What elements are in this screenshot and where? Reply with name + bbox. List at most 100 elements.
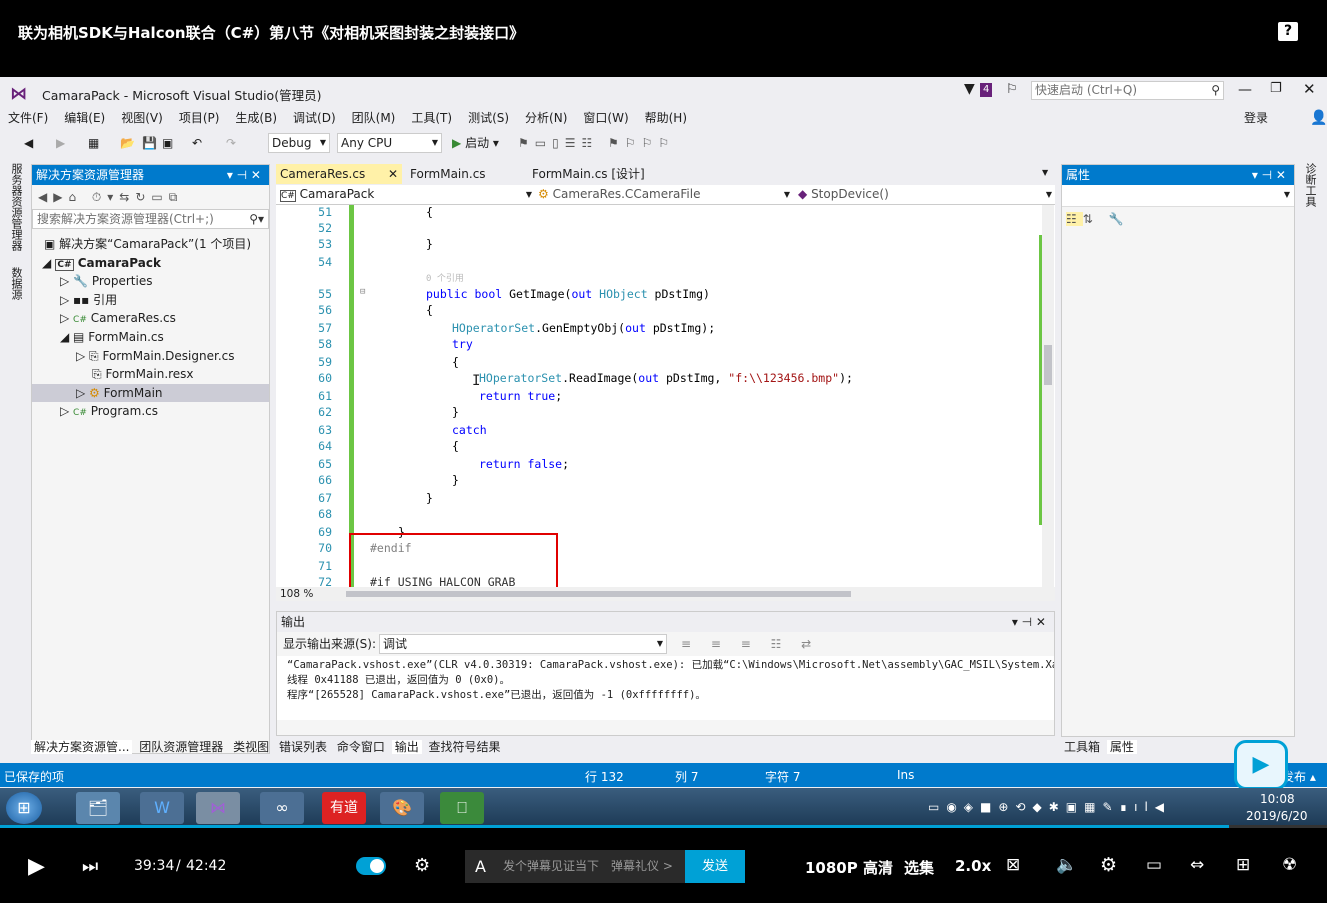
server-explorer-tab[interactable]: 服务器资源管理器	[8, 163, 23, 251]
danmaku-etiquette-link[interactable]: 弹幕礼仪 >	[611, 850, 673, 883]
redo-icon[interactable]: ↷	[226, 133, 236, 153]
quality-select[interactable]: 1080P 高清	[805, 857, 893, 878]
tab-find-symbol[interactable]: 查找符号结果	[426, 740, 504, 754]
tab-properties[interactable]: 属性	[1106, 740, 1137, 754]
pin-icon[interactable]: ▾ ⊣ ✕	[227, 165, 261, 185]
search-icon[interactable]: ⚲	[1211, 82, 1220, 99]
filter-icon[interactable]: ▼	[964, 81, 975, 97]
pip-icon[interactable]: ▭	[1146, 855, 1162, 875]
tree-item-references[interactable]: ▷ ▪▪ 引用	[32, 291, 269, 310]
diagnostics-tab[interactable]: 诊断工具	[1302, 163, 1317, 207]
undo-icon[interactable]: ↶	[192, 133, 202, 153]
vs-taskbar-icon[interactable]: ⋈	[196, 792, 240, 824]
help-icon[interactable]: ?	[1278, 22, 1298, 41]
tree-item-formmain[interactable]: ◢ ▤ FormMain.cs	[32, 328, 269, 347]
tab-output[interactable]: 输出	[391, 740, 422, 754]
settings-icon[interactable]: ⚙	[1100, 854, 1117, 876]
menu-team[interactable]: 团队(M)	[344, 107, 404, 129]
tree-item-formmain-class[interactable]: ▷ ⚙ FormMain	[32, 383, 269, 403]
menu-build[interactable]: 生成(B)	[227, 107, 285, 129]
menu-view[interactable]: 视图(V)	[113, 107, 171, 129]
menu-help[interactable]: 帮助(H)	[637, 107, 695, 129]
tab-solution-explorer[interactable]: 解决方案资源管...	[31, 740, 133, 754]
youdao-taskbar-icon[interactable]: 有道	[322, 792, 366, 824]
forward-icon[interactable]: ▶	[56, 133, 65, 153]
platform-select[interactable]: Any CPU ▼	[337, 133, 442, 153]
episodes-button[interactable]: 选集	[904, 857, 934, 878]
close-icon[interactable]: ✕	[1303, 80, 1316, 98]
danmaku-input[interactable]: A 发个弹幕见证当下 弹幕礼仪 >	[465, 850, 685, 883]
system-tray-icons[interactable]: ▭◉◈■⊕⟲◆✱▣▦✎∎ıl◀	[928, 800, 1171, 814]
feedback-icon[interactable]: ⚐	[1006, 82, 1018, 97]
subtitle-icon[interactable]: ⊠	[1006, 855, 1020, 875]
login-link[interactable]: 登录	[1236, 107, 1276, 129]
start-button[interactable]: ▶ 启动 ▾	[452, 133, 499, 153]
tree-item-properties[interactable]: ▷ 🔧 Properties	[32, 272, 269, 291]
menu-debug[interactable]: 调试(D)	[285, 107, 344, 129]
editor-scrollbar[interactable]	[1042, 205, 1054, 587]
solution-search-input[interactable]: 搜索解决方案资源管理器(Ctrl+;) ⚲▾	[32, 209, 269, 229]
tree-item-program[interactable]: ▷ C# Program.cs	[32, 402, 269, 421]
speed-select[interactable]: 2.0x	[955, 857, 991, 875]
property-pages-icon[interactable]: 🔧	[1109, 212, 1130, 226]
tree-item-formmain-designer[interactable]: ▷ ⎘ FormMain.Designer.cs	[32, 347, 269, 366]
clock-time[interactable]: 10:08	[1260, 792, 1295, 806]
vs2015-taskbar-icon[interactable]: W	[140, 792, 184, 824]
tab-overflow-icon[interactable]: ▼	[1042, 168, 1048, 177]
pin-icon[interactable]: ▾ ⊣ ✕	[1252, 165, 1286, 185]
open-icon[interactable]: 📂	[120, 133, 135, 153]
output-source-select[interactable]: 调试 ▼	[379, 634, 667, 654]
menu-file[interactable]: 文件(F)	[0, 107, 56, 129]
notification-badge[interactable]: 4	[980, 83, 993, 97]
tab-toolbox[interactable]: 工具箱	[1061, 740, 1103, 754]
font-icon[interactable]: A	[475, 850, 486, 883]
nav-class-select[interactable]: ⚙ CameraRes.CCameraFile ▼	[538, 185, 790, 204]
account-icon[interactable]: 👤	[1302, 107, 1327, 129]
tree-item-formmain-resx[interactable]: ⎘ FormMain.resx	[32, 365, 269, 384]
output-text[interactable]: “CamaraPack.vshost.exe”(CLR v4.0.30319: …	[277, 656, 1054, 720]
nav-project-select[interactable]: C# CamaraPack ▼	[280, 185, 532, 206]
danmaku-settings-icon[interactable]: ⚙	[414, 855, 430, 876]
next-icon[interactable]: ⏭	[82, 856, 98, 877]
tab-formmain-design[interactable]: FormMain.cs [设计]	[528, 164, 649, 184]
app-taskbar-icon[interactable]: ⎕	[440, 792, 484, 824]
minimize-icon[interactable]: —	[1238, 82, 1252, 98]
sort-alpha-icon[interactable]: ⇅	[1083, 212, 1099, 226]
quick-launch-input[interactable]: 快速启动 (Ctrl+Q) ⚲	[1031, 81, 1224, 100]
search-icon[interactable]: ⚲▾	[249, 210, 264, 228]
code-editor[interactable]: 51 52 53 54 55 56 57 58 59 60 61 62 63 6…	[276, 205, 1055, 587]
fullscreen-icon[interactable]: ☢	[1282, 855, 1297, 875]
tree-item-camerares[interactable]: ▷ C# CameraRes.cs	[32, 309, 269, 328]
halcon-taskbar-icon[interactable]: ∞	[260, 792, 304, 824]
config-select[interactable]: Debug ▼	[268, 133, 330, 153]
widescreen-icon[interactable]: ⇔	[1190, 855, 1204, 875]
reference-hint[interactable]: 0 个引用	[426, 271, 464, 284]
new-project-icon[interactable]: ▦	[88, 133, 99, 153]
menu-tools[interactable]: 工具(T)	[403, 107, 460, 129]
play-icon[interactable]: ▶	[28, 854, 45, 879]
zoom-select[interactable]: 108 %	[276, 588, 313, 600]
menu-test[interactable]: 测试(S)	[460, 107, 517, 129]
close-tab-icon[interactable]: ✕	[388, 164, 398, 184]
collapse-icon[interactable]: ⊟	[360, 287, 365, 297]
restore-icon[interactable]: ❐	[1270, 81, 1282, 96]
clock-date[interactable]: 2019/6/20	[1246, 809, 1308, 823]
tab-team-explorer[interactable]: 团队资源管理器	[136, 740, 226, 754]
save-icon[interactable]: 💾	[142, 133, 157, 153]
tab-command-window[interactable]: 命令窗口	[334, 740, 388, 754]
menu-window[interactable]: 窗口(W)	[575, 107, 636, 129]
tree-item-project[interactable]: ◢ C# CamaraPack	[32, 254, 269, 273]
tree-item-solution[interactable]: ▣ 解决方案“CamaraPack”(1 个项目)	[32, 235, 269, 254]
volume-icon[interactable]: 🔈	[1056, 855, 1077, 875]
paint-taskbar-icon[interactable]: 🎨	[380, 792, 424, 824]
properties-object-select[interactable]: ▼	[1062, 185, 1294, 207]
data-sources-tab[interactable]: 数据源	[8, 267, 23, 300]
menu-project[interactable]: 项目(P)	[171, 107, 228, 129]
danmaku-toggle[interactable]	[356, 857, 386, 875]
back-icon[interactable]: ◀	[24, 133, 33, 153]
nav-member-select[interactable]: ◆ StopDevice() ▼	[798, 185, 1052, 204]
scroll-thumb[interactable]	[1044, 345, 1052, 385]
tab-formmain[interactable]: FormMain.cs	[406, 164, 490, 184]
output-toolbar-icons[interactable]: ≡ ≡ ≡ ☷ ⇄	[681, 632, 819, 656]
menu-edit[interactable]: 编辑(E)	[56, 107, 113, 129]
